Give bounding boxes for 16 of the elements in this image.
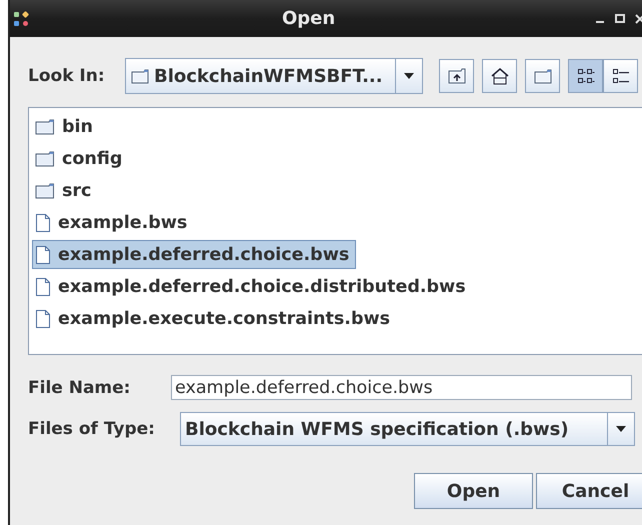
file-list-item[interactable]: example.deferred.choice.distributed.bws: [32, 272, 473, 301]
open-button[interactable]: Open: [414, 473, 533, 509]
file-list-item[interactable]: example.execute.constraints.bws: [32, 304, 398, 333]
file-name-field[interactable]: example.deferred.choice.bws: [171, 375, 632, 400]
look-in-label: Look In:: [28, 66, 106, 86]
file-list-item[interactable]: example.deferred.choice.bws: [32, 240, 356, 269]
file-list-item[interactable]: example.bws: [32, 208, 194, 237]
file-list-item[interactable]: src: [32, 176, 98, 205]
file-type-dropdown[interactable]: Blockchain WFMS specification (.bws): [180, 412, 635, 446]
cancel-button[interactable]: Cancel: [536, 473, 642, 509]
file-list-item[interactable]: bin: [32, 112, 100, 141]
file-name-label: File Name:: [28, 378, 132, 398]
window-title: Open: [282, 8, 336, 29]
look-in-dropdown[interactable]: BlockchainWFMSBFT...: [125, 58, 423, 94]
file-list-item[interactable]: config: [32, 144, 130, 173]
file-type-label: Files of Type:: [28, 419, 156, 439]
